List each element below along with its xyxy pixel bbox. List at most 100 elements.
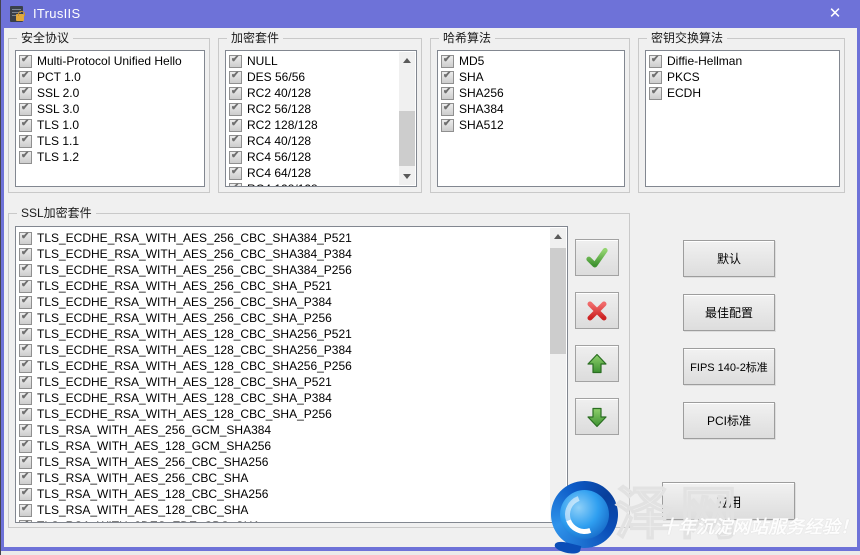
list-item[interactable]: MD5 (440, 53, 624, 69)
checkbox-checked-icon[interactable] (19, 55, 32, 68)
close-button[interactable]: ✕ (818, 2, 852, 26)
checkbox-checked-icon[interactable] (441, 55, 454, 68)
list-item[interactable]: SHA (440, 69, 624, 85)
scroll-thumb[interactable] (399, 111, 415, 166)
checkbox-checked-icon[interactable] (441, 87, 454, 100)
default-button[interactable]: 默认 (683, 240, 775, 277)
move-down-button[interactable] (575, 398, 619, 435)
checkbox-checked-icon[interactable] (19, 456, 32, 469)
checkbox-checked-icon[interactable] (19, 360, 32, 373)
list-item[interactable]: RC2 40/128 (228, 85, 399, 101)
list-item[interactable]: PKCS (648, 69, 839, 85)
list-item[interactable]: TLS_RSA_WITH_AES_128_CBC_SHA256 (18, 486, 550, 502)
list-item[interactable]: TLS_RSA_WITH_AES_256_GCM_SHA384 (18, 422, 550, 438)
checkbox-checked-icon[interactable] (19, 296, 32, 309)
list-item[interactable]: RC2 56/128 (228, 101, 399, 117)
best-config-button[interactable]: 最佳配置 (683, 294, 775, 331)
checkbox-checked-icon[interactable] (19, 312, 32, 325)
list-item[interactable]: SHA384 (440, 101, 624, 117)
apply-button[interactable]: 应用 (662, 482, 795, 520)
checkbox-checked-icon[interactable] (19, 103, 32, 116)
checkbox-checked-icon[interactable] (229, 119, 242, 132)
list-item[interactable]: PCT 1.0 (18, 69, 204, 85)
checkbox-checked-icon[interactable] (19, 504, 32, 517)
checkbox-checked-icon[interactable] (19, 119, 32, 132)
list-item[interactable]: RC4 64/128 (228, 165, 399, 181)
list-item[interactable]: RC4 40/128 (228, 133, 399, 149)
checkbox-checked-icon[interactable] (229, 183, 242, 188)
list-item[interactable]: SHA512 (440, 117, 624, 133)
scroll-down-button[interactable] (550, 504, 566, 521)
list-item[interactable]: TLS_ECDHE_RSA_WITH_AES_128_CBC_SHA256_P2… (18, 358, 550, 374)
list-item[interactable]: RC4 56/128 (228, 149, 399, 165)
accept-button[interactable] (575, 239, 619, 276)
ssl-suites-scrollbar[interactable] (550, 228, 566, 521)
checkbox-checked-icon[interactable] (19, 264, 32, 277)
checkbox-checked-icon[interactable] (19, 135, 32, 148)
list-item[interactable]: TLS_ECDHE_RSA_WITH_AES_256_CBC_SHA_P256 (18, 310, 550, 326)
checkbox-checked-icon[interactable] (19, 87, 32, 100)
checkbox-checked-icon[interactable] (19, 376, 32, 389)
checkbox-checked-icon[interactable] (19, 71, 32, 84)
list-item[interactable]: SHA256 (440, 85, 624, 101)
list-item[interactable]: TLS_ECDHE_RSA_WITH_AES_128_CBC_SHA256_P5… (18, 326, 550, 342)
checkbox-checked-icon[interactable] (441, 71, 454, 84)
scroll-up-button[interactable] (550, 228, 566, 245)
checkbox-checked-icon[interactable] (229, 151, 242, 164)
checkbox-checked-icon[interactable] (441, 103, 454, 116)
list-item[interactable]: TLS_ECDHE_RSA_WITH_AES_256_CBC_SHA384_P2… (18, 262, 550, 278)
list-item[interactable]: ECDH (648, 85, 839, 101)
checkbox-checked-icon[interactable] (19, 248, 32, 261)
list-item[interactable]: TLS_ECDHE_RSA_WITH_AES_256_CBC_SHA384_P5… (18, 230, 550, 246)
checkbox-checked-icon[interactable] (19, 280, 32, 293)
list-item[interactable]: TLS 1.1 (18, 133, 204, 149)
list-item[interactable]: TLS 1.0 (18, 117, 204, 133)
list-item[interactable]: SSL 3.0 (18, 101, 204, 117)
checkbox-checked-icon[interactable] (19, 408, 32, 421)
list-item[interactable]: TLS 1.2 (18, 149, 204, 165)
list-item[interactable]: TLS_ECDHE_RSA_WITH_AES_128_CBC_SHA_P256 (18, 406, 550, 422)
list-item[interactable]: TLS_RSA_WITH_3DES_EDE_CBC_SHA (18, 518, 550, 523)
move-up-button[interactable] (575, 345, 619, 382)
checkbox-checked-icon[interactable] (19, 232, 32, 245)
list-item[interactable]: TLS_ECDHE_RSA_WITH_AES_128_CBC_SHA_P384 (18, 390, 550, 406)
list-item[interactable]: RC4 128/128 (228, 181, 399, 187)
list-item[interactable]: TLS_ECDHE_RSA_WITH_AES_256_CBC_SHA_P384 (18, 294, 550, 310)
list-item[interactable]: Multi-Protocol Unified Hello (18, 53, 204, 69)
checkbox-checked-icon[interactable] (229, 167, 242, 180)
fips-standard-button[interactable]: FIPS 140-2标准 (683, 348, 775, 385)
checkbox-checked-icon[interactable] (19, 488, 32, 501)
checkbox-checked-icon[interactable] (649, 55, 662, 68)
scroll-thumb[interactable] (550, 248, 566, 354)
reject-button[interactable] (575, 292, 619, 329)
list-item[interactable]: TLS_RSA_WITH_AES_128_GCM_SHA256 (18, 438, 550, 454)
list-item[interactable]: TLS_ECDHE_RSA_WITH_AES_256_CBC_SHA384_P3… (18, 246, 550, 262)
list-item[interactable]: TLS_ECDHE_RSA_WITH_AES_256_CBC_SHA_P521 (18, 278, 550, 294)
checkbox-checked-icon[interactable] (19, 392, 32, 405)
list-item[interactable]: TLS_ECDHE_RSA_WITH_AES_128_CBC_SHA256_P3… (18, 342, 550, 358)
checkbox-checked-icon[interactable] (229, 55, 242, 68)
list-item[interactable]: Diffie-Hellman (648, 53, 839, 69)
list-item[interactable]: TLS_ECDHE_RSA_WITH_AES_128_CBC_SHA_P521 (18, 374, 550, 390)
checkbox-checked-icon[interactable] (19, 344, 32, 357)
checkbox-checked-icon[interactable] (441, 119, 454, 132)
checkbox-checked-icon[interactable] (19, 440, 32, 453)
checkbox-checked-icon[interactable] (19, 151, 32, 164)
list-item[interactable]: NULL (228, 53, 399, 69)
list-item[interactable]: TLS_RSA_WITH_AES_256_CBC_SHA (18, 470, 550, 486)
checkbox-checked-icon[interactable] (229, 103, 242, 116)
list-item[interactable]: RC2 128/128 (228, 117, 399, 133)
list-item[interactable]: TLS_RSA_WITH_AES_128_CBC_SHA (18, 502, 550, 518)
list-item[interactable]: DES 56/56 (228, 69, 399, 85)
checkbox-checked-icon[interactable] (229, 87, 242, 100)
scroll-up-button[interactable] (399, 52, 415, 69)
checkbox-checked-icon[interactable] (19, 520, 32, 524)
checkbox-checked-icon[interactable] (649, 87, 662, 100)
checkbox-checked-icon[interactable] (19, 472, 32, 485)
pci-standard-button[interactable]: PCI标准 (683, 402, 775, 439)
checkbox-checked-icon[interactable] (229, 135, 242, 148)
list-item[interactable]: TLS_RSA_WITH_AES_256_CBC_SHA256 (18, 454, 550, 470)
scroll-down-button[interactable] (399, 168, 415, 185)
checkbox-checked-icon[interactable] (649, 71, 662, 84)
list-item[interactable]: SSL 2.0 (18, 85, 204, 101)
